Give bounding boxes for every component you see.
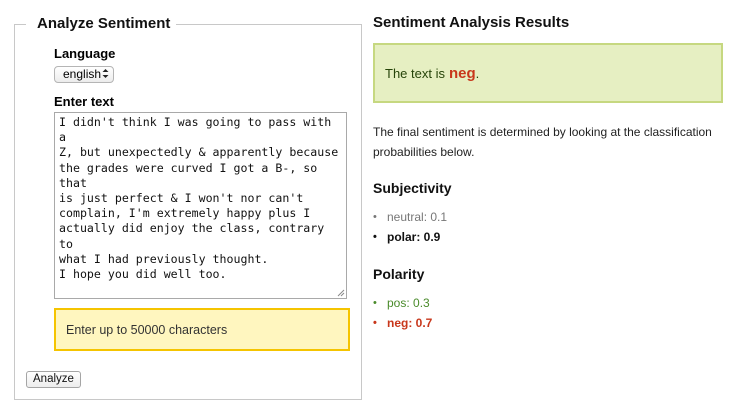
polarity-heading: Polarity <box>373 266 425 282</box>
character-limit-hint: Enter up to 50000 characters <box>54 308 350 351</box>
result-summary-box: The text is neg . <box>373 43 723 103</box>
subjectivity-heading: Subjectivity <box>373 180 452 196</box>
fieldset-border <box>176 24 362 25</box>
fieldset-border <box>14 24 26 25</box>
text-input[interactable]: I didn't think I was going to pass with … <box>54 112 347 299</box>
text-label: Enter text <box>54 94 114 109</box>
resize-grip-icon[interactable] <box>337 289 345 297</box>
form-legend: Analyze Sentiment <box>37 15 171 32</box>
result-explanation: The final sentiment is determined by loo… <box>373 125 712 159</box>
up-down-chevron-icon <box>102 68 109 79</box>
subjectivity-neutral: neutral: 0.1 <box>373 207 447 227</box>
language-select-value: english <box>63 67 102 81</box>
result-summary-prefix: The text is <box>385 65 445 81</box>
page: Analyze Sentiment Language english Enter… <box>0 0 737 414</box>
language-label: Language <box>54 46 116 61</box>
results-title: Sentiment Analysis Results <box>373 14 570 31</box>
result-summary-suffix: . <box>475 65 480 81</box>
polarity-pos: pos: 0.3 <box>373 293 432 313</box>
polarity-neg: neg: 0.7 <box>373 313 432 333</box>
subjectivity-list: neutral: 0.1 polar: 0.9 <box>373 207 447 247</box>
polarity-list: pos: 0.3 neg: 0.7 <box>373 293 432 333</box>
result-sentiment-value: neg <box>448 64 476 82</box>
analyze-button[interactable]: Analyze <box>26 371 81 388</box>
language-select[interactable]: english <box>54 66 114 83</box>
subjectivity-polar: polar: 0.9 <box>373 227 447 247</box>
